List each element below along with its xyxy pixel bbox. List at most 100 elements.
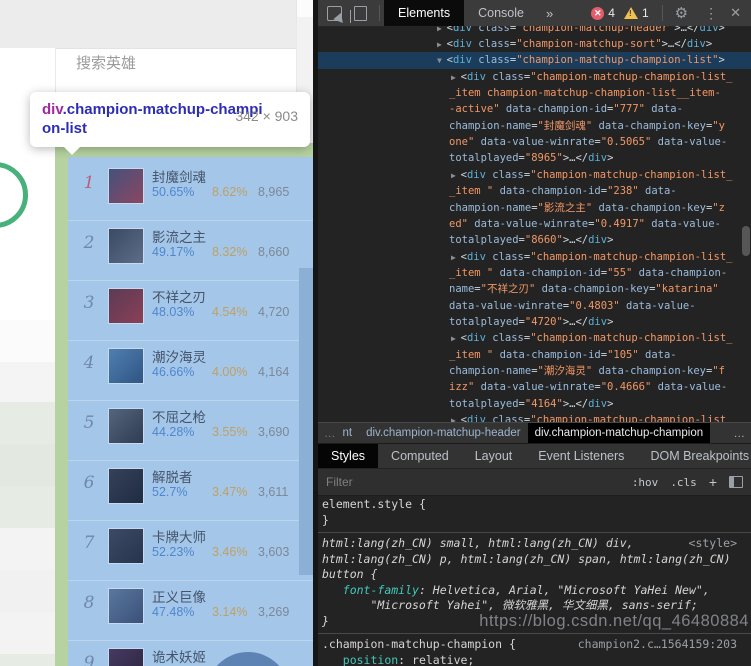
inspect-element-icon[interactable]	[327, 5, 342, 21]
breadcrumb-more[interactable]: …	[728, 428, 751, 440]
error-count[interactable]: 4	[608, 6, 615, 20]
code-token: div	[466, 414, 486, 422]
tree-node[interactable]: totalplayed="4720">…</div>	[318, 314, 751, 331]
sidebar-tab-computed[interactable]: Computed	[378, 444, 462, 469]
page-left-row	[0, 402, 55, 445]
code-token: class	[485, 414, 524, 422]
sidebar-tabs: Styles Computed Layout Event Listeners DOM B…	[318, 443, 751, 469]
code-token: >…</	[562, 152, 589, 165]
new-style-rule-button[interactable]: +	[709, 474, 717, 490]
tooltip-tag-name: div	[42, 101, 63, 118]
tree-node[interactable]: _item " data-champion-id="238" data-	[318, 183, 751, 200]
tree-node[interactable]: champion-name="封魔剑魂" data-champion-key="…	[318, 118, 751, 135]
tree-node[interactable]: ▶ <div class="champion-matchup-champion-…	[318, 69, 751, 86]
more-tabs-icon[interactable]: »	[538, 6, 561, 21]
sidebar-tab-layout[interactable]: Layout	[462, 444, 526, 469]
code-token: >	[607, 152, 614, 165]
code-token: div	[466, 332, 486, 345]
code-token: div	[699, 26, 719, 34]
games-played: 8,965	[258, 185, 290, 199]
tree-node[interactable]: ▶ <div class="champion-matchup-champion-…	[318, 412, 751, 422]
code-token: "champion-matchup-champion-list_	[530, 250, 733, 263]
code-token: class	[485, 250, 524, 263]
expand-arrow-icon[interactable]: ▶	[437, 40, 447, 49]
tree-node[interactable]: totalplayed="8965">…</div>	[318, 150, 751, 167]
breadcrumb-item[interactable]: div.champion-matchup-header	[359, 423, 527, 444]
code-token: data-champion-key	[535, 283, 650, 296]
expand-arrow-icon[interactable]: ▶	[437, 26, 447, 33]
pick-rate: 8.62%	[212, 185, 248, 199]
tree-node[interactable]: totalplayed="4164">…</div>	[318, 396, 751, 413]
error-icon[interactable]: ✕	[591, 6, 605, 20]
code-token: class	[471, 38, 510, 50]
tree-node[interactable]: ed" data-value-winrate="0.4917" data-val…	[318, 216, 751, 233]
expand-arrow-icon[interactable]: ▶	[451, 253, 461, 262]
expand-arrow-icon[interactable]: ▼	[437, 56, 447, 65]
settings-gear-icon[interactable]: ⚙	[675, 4, 688, 22]
tree-node[interactable]: ▶ <div class="champion-matchup-champion-…	[318, 249, 751, 266]
tree-node-selected[interactable]: ▼ <div class="champion-matchup-champion-…	[318, 52, 751, 70]
breadcrumb-overflow[interactable]: …	[318, 428, 336, 440]
champion-row[interactable]: 7 卡牌大师 52.23% 3.46% 3,603	[68, 520, 313, 581]
close-devtools-icon[interactable]: ✕	[730, 5, 741, 21]
champion-row[interactable]: 2 影流之主 49.17% 8.32% 8,660	[68, 220, 313, 281]
css-rule[interactable]: element.style {}	[318, 494, 751, 533]
tree-node[interactable]: ▶ <div class="champion-matchup-champion-…	[318, 167, 751, 184]
devtools-tab-elements[interactable]: Elements	[384, 0, 465, 26]
champion-icon	[108, 288, 144, 324]
tree-node[interactable]: totalplayed="8660">…</div>	[318, 232, 751, 249]
tree-node[interactable]: ▶ <div class="champion-matchup-champion-…	[318, 330, 751, 347]
code-token: totalplayed	[449, 315, 519, 328]
champion-row[interactable]: 5 不屈之枪 44.28% 3.55% 3,690	[68, 400, 313, 461]
code-token: "z	[712, 201, 725, 214]
tree-node[interactable]: champion-name="潮汐海灵" data-champion-key="…	[318, 363, 751, 380]
code-token: "4720"	[524, 315, 563, 328]
devtools-tab-console[interactable]: Console	[464, 0, 538, 26]
tree-node[interactable]: _item champion-matchup-champion-list__it…	[318, 85, 751, 102]
tree-node[interactable]: data-value-winrate="0.4803" data-value-	[318, 298, 751, 315]
toggle-class-button[interactable]: .cls	[670, 476, 697, 489]
toggle-hover-state-button[interactable]: :hov	[632, 476, 659, 489]
tree-node[interactable]: one" data-value-winrate="0.5065" data-va…	[318, 134, 751, 151]
sidebar-layout-toggle-icon[interactable]	[729, 476, 743, 488]
rank-number: 8	[83, 593, 95, 613]
page-scrollbar-up-button[interactable]	[296, 0, 313, 17]
filter-input[interactable]: Filter	[318, 475, 353, 489]
expand-arrow-icon[interactable]: ▶	[451, 171, 461, 180]
breadcrumb-item[interactable]: nt	[336, 423, 360, 444]
tree-node[interactable]: izz" data-value-winrate="0.4666" data-va…	[318, 379, 751, 396]
champion-row[interactable]: 4 潮汐海灵 46.66% 4.00% 4,164	[68, 340, 313, 401]
devtools-menu-icon[interactable]: ⋮	[704, 5, 718, 22]
expand-arrow-icon[interactable]: ▶	[451, 73, 461, 82]
code-token: "4164"	[524, 397, 563, 410]
devtools-toolbar: Elements Console » ✕ 4 ! 1 ⚙ ⋮ ✕	[318, 0, 751, 27]
css-source-link[interactable]: champion2.c…1564159:203	[578, 637, 737, 653]
css-rule[interactable]: champion2.c…1564159:203 .champion-matchup…	[318, 634, 751, 666]
champion-row[interactable]: 8 正义巨像 47.48% 3.14% 3,269	[68, 580, 313, 641]
games-played: 4,164	[258, 365, 290, 379]
css-source-link[interactable]: <style>	[689, 536, 737, 552]
tree-node[interactable]: champion-name="影流之主" data-champion-key="…	[318, 200, 751, 217]
sidebar-tab-event-listeners[interactable]: Event Listeners	[525, 444, 637, 469]
search-input[interactable]: 搜索英雄	[76, 52, 136, 73]
device-toolbar-icon[interactable]	[354, 5, 367, 21]
warning-count[interactable]: 1	[642, 6, 649, 20]
code-token: div	[588, 234, 608, 247]
tree-node[interactable]: _item " data-champion-id="55" data-champ…	[318, 265, 751, 282]
breadcrumb-item[interactable]: div.champion-matchup-champion	[527, 423, 711, 444]
page-scrollbar-thumb[interactable]	[299, 268, 313, 575]
code-token: data-champion-id	[493, 348, 601, 361]
champion-row[interactable]: 1 封魔剑魂 50.65% 8.62% 8,965	[68, 160, 313, 221]
tree-node[interactable]: _item " data-champion-id="105" data-	[318, 347, 751, 364]
tree-node[interactable]: -active" data-champion-id="777" data-	[318, 101, 751, 118]
expand-arrow-icon[interactable]: ▶	[451, 334, 461, 343]
code-token: totalplayed	[449, 397, 519, 410]
champion-row[interactable]: 3 不祥之刃 48.03% 4.54% 4,720	[68, 280, 313, 341]
warning-icon[interactable]: !	[623, 7, 638, 19]
sidebar-tab-dom-breakpoints[interactable]: DOM Breakpoints	[637, 444, 751, 469]
champion-row[interactable]: 6 解脱者 52.7% 3.47% 3,611	[68, 460, 313, 521]
tree-node[interactable]: name="不祥之刃" data-champion-key="katarina"	[318, 281, 751, 298]
sidebar-tab-styles[interactable]: Styles	[318, 444, 379, 469]
win-rate: 47.48%	[152, 605, 195, 619]
tree-node[interactable]: ▶ <div class="champion-matchup-sort">…</…	[318, 36, 751, 53]
